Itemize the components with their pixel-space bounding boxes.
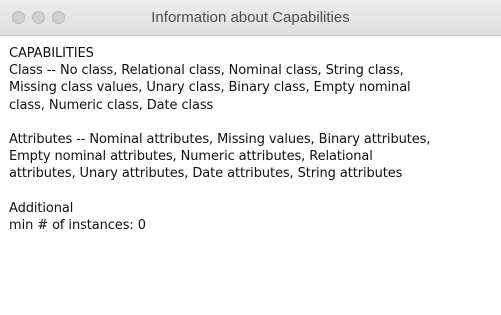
attributes-line-1: Attributes -- Nominal attributes, Missin… [9,131,431,147]
class-line-2: Missing class values, Unary class, Binar… [9,80,411,96]
attributes-line-2: Empty nominal attributes, Numeric attrib… [9,149,373,165]
class-line-1: Class -- No class, Relational class, Nom… [9,63,404,79]
min-instances: min # of instances: 0 [9,217,146,233]
capabilities-text-area[interactable]: CAPABILITIES Class -- No class, Relation… [0,36,501,315]
capabilities-text[interactable]: CAPABILITIES Class -- No class, Relation… [9,45,495,234]
class-line-3: class, Numeric class, Date class [9,97,214,113]
capabilities-info-window: Information about Capabilities CAPABILIT… [0,0,501,315]
window-title: Information about Capabilities [151,9,350,26]
title-bar[interactable]: Information about Capabilities [0,0,501,36]
attributes-line-3: attributes, Unary attributes, Date attri… [9,166,403,182]
additional-heading: Additional [9,200,74,216]
capabilities-heading: CAPABILITIES [9,46,94,61]
